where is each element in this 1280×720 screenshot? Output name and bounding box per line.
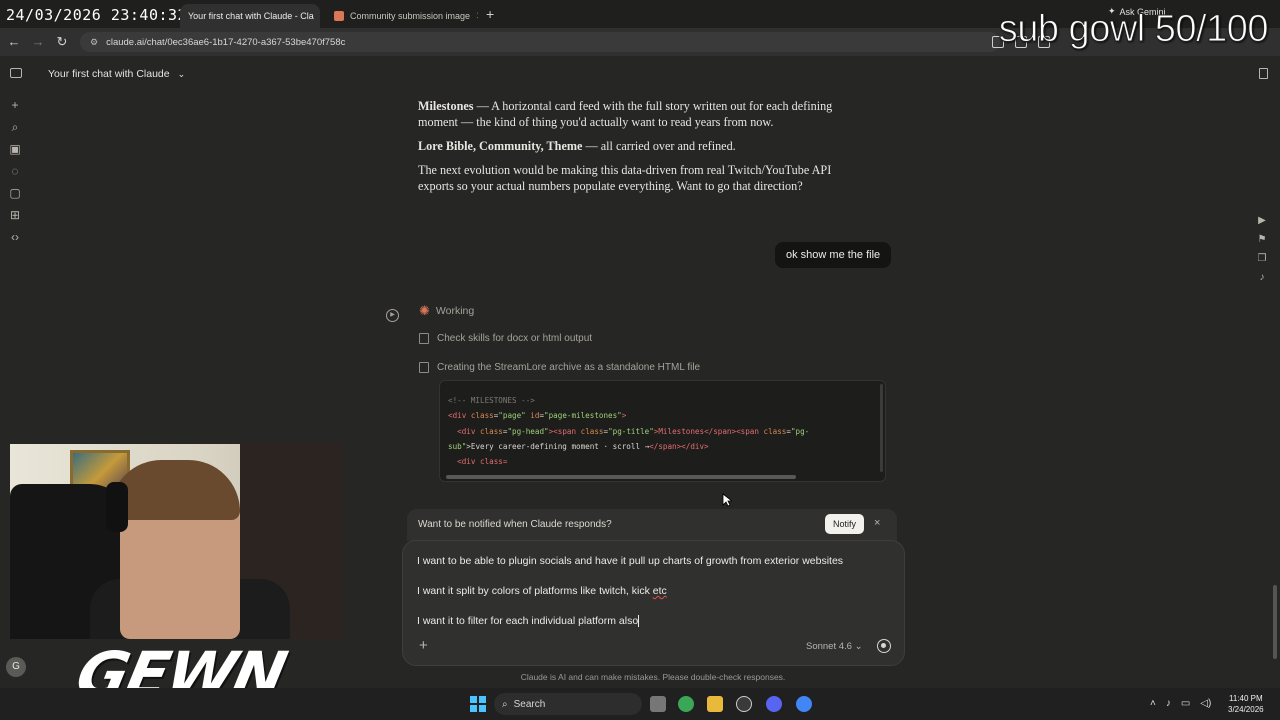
sub-goal-overlay: sub gowl 50/100 <box>998 8 1269 51</box>
right-rail: ▶ ⚑ ❐ ♪ <box>1256 215 1270 291</box>
chat-title-button[interactable]: Your first chat with Claude ⌄ <box>48 68 185 80</box>
file-explorer-icon[interactable] <box>707 696 723 712</box>
document-icon <box>419 333 429 344</box>
voice-mode-icon[interactable] <box>877 639 891 653</box>
site-info-icon[interactable]: ⚙ <box>90 37 98 48</box>
tab-label: Community submission image <box>350 11 471 21</box>
microphone-icon[interactable]: ♪ <box>1166 698 1171 709</box>
composer-text-line: I want it split by colors of platforms l… <box>417 585 667 597</box>
claude-favicon-icon <box>334 11 344 21</box>
sidebar-toggle-icon[interactable] <box>10 68 22 78</box>
url-text: claude.ai/chat/0ec36ae6-1b17-4270-a367-5… <box>106 36 346 48</box>
projects-icon[interactable]: ▣ <box>8 142 22 156</box>
message-composer[interactable]: I want to be able to plugin socials and … <box>402 540 905 666</box>
taskbar-search[interactable]: ⌕ Search <box>494 693 642 715</box>
copy-icon[interactable]: ❐ <box>1256 253 1268 265</box>
code-horizontal-scrollbar[interactable] <box>446 475 796 479</box>
obs-icon[interactable] <box>736 696 752 712</box>
assistant-paragraph-next: The next evolution would be making this … <box>418 163 832 193</box>
url-field[interactable]: ⚙ claude.ai/chat/0ec36ae6-1b17-4270-a367… <box>80 32 1000 52</box>
timestamp-overlay: 24/03/2026 23:40:32 <box>6 6 188 24</box>
bookmark-icon[interactable]: ⚑ <box>1256 234 1268 246</box>
close-icon[interactable]: × <box>874 517 880 529</box>
code-line: sub">Every career-defining moment · scro… <box>448 441 709 451</box>
composer-text-line: I want to be able to plugin socials and … <box>417 555 844 567</box>
discord-icon[interactable] <box>766 696 782 712</box>
windows-start-icon[interactable] <box>470 696 486 712</box>
artifacts-icon[interactable]: ▢ <box>8 186 22 200</box>
new-chat-icon[interactable]: + <box>8 98 22 112</box>
chats-icon[interactable]: ◌ <box>8 164 22 178</box>
code-vertical-scrollbar[interactable] <box>880 384 883 472</box>
task-view-icon[interactable] <box>650 696 666 712</box>
artifact-panel-icon[interactable] <box>1259 68 1268 79</box>
apps-icon[interactable]: ⊞ <box>8 208 22 222</box>
close-tab-icon[interactable]: ✕ <box>476 11 478 22</box>
step-check-skills[interactable]: Check skills for docx or html output <box>419 333 592 344</box>
notify-button[interactable]: Notify <box>825 514 865 534</box>
chat-header: Your first chat with Claude ⌄ <box>0 56 1280 90</box>
forward-icon[interactable]: → <box>30 34 46 50</box>
user-message: ok show me the file <box>775 242 892 268</box>
assistant-paragraph-lore: Lore Bible, Community, Theme — all carri… <box>418 139 736 153</box>
taskbar-clock[interactable]: 11:40 PM 3/24/2026 <box>1228 693 1264 715</box>
code-line: <div class="page" id="page-milestones"> <box>448 411 627 421</box>
step-creating-archive[interactable]: Creating the StreamLore archive as a sta… <box>419 362 700 373</box>
mouse-pointer-icon <box>722 493 732 507</box>
code-preview[interactable]: <!-- MILESTONES --> <div class="page" id… <box>439 380 886 482</box>
document-icon <box>419 362 429 373</box>
notify-text: Want to be notified when Claude responds… <box>418 519 612 530</box>
code-line: <div class= <box>448 457 508 467</box>
reload-icon[interactable]: ↻ <box>54 34 70 50</box>
code-line: <div class="pg-head"><span class="pg-tit… <box>448 426 810 436</box>
composer-text-line: I want it to filter for each individual … <box>417 615 640 628</box>
chrome-icon[interactable] <box>678 696 694 712</box>
display-icon[interactable]: ▭ <box>1181 698 1190 709</box>
chevron-up-icon[interactable]: ˄ <box>1150 698 1156 709</box>
tab-claude-chat[interactable]: Your first chat with Claude - Cla ✕ <box>180 4 320 28</box>
play-icon[interactable]: ▶ <box>1256 215 1268 227</box>
working-status: ✺ Working <box>419 303 475 318</box>
replay-icon[interactable]: ▶ <box>386 309 399 322</box>
code-icon[interactable]: ‹› <box>8 230 22 244</box>
chevron-down-icon: ⌄ <box>177 68 186 79</box>
claude-spark-icon: ✺ <box>419 303 430 318</box>
volume-icon[interactable]: ◁) <box>1200 698 1211 709</box>
webcam-overlay <box>10 444 343 639</box>
text-caret <box>638 615 640 628</box>
microphone-icon[interactable]: ♪ <box>1256 272 1268 284</box>
tab-label: Your first chat with Claude - Cla <box>188 11 314 21</box>
code-line: <!-- MILESTONES --> <box>448 396 535 405</box>
assistant-paragraph-milestones: Milestones — A horizontal card feed with… <box>418 99 833 129</box>
page-scrollbar[interactable] <box>1273 585 1277 659</box>
back-icon[interactable]: ← <box>6 34 22 50</box>
headset-image <box>106 482 128 532</box>
tab-community-submission[interactable]: Community submission image ✕ <box>326 4 478 28</box>
add-attachment-button[interactable]: + <box>419 637 428 654</box>
chrome-icon[interactable] <box>796 696 812 712</box>
system-tray: ˄ ♪ ▭ ◁) <box>1150 698 1211 709</box>
notify-banner: Want to be notified when Claude responds… <box>407 509 897 541</box>
search-icon[interactable]: ⌕ <box>8 120 22 134</box>
left-rail: + ⌕ ▣ ◌ ▢ ⊞ ‹› <box>8 98 24 252</box>
taskbar: ⌕ Search ˄ ♪ ▭ ◁) 11:40 PM 3/24/2026 <box>0 688 1280 720</box>
new-tab-icon[interactable]: + <box>486 6 494 22</box>
search-icon: ⌕ <box>502 698 508 710</box>
model-selector[interactable]: Sonnet 4.6 ⌄ <box>806 641 863 652</box>
